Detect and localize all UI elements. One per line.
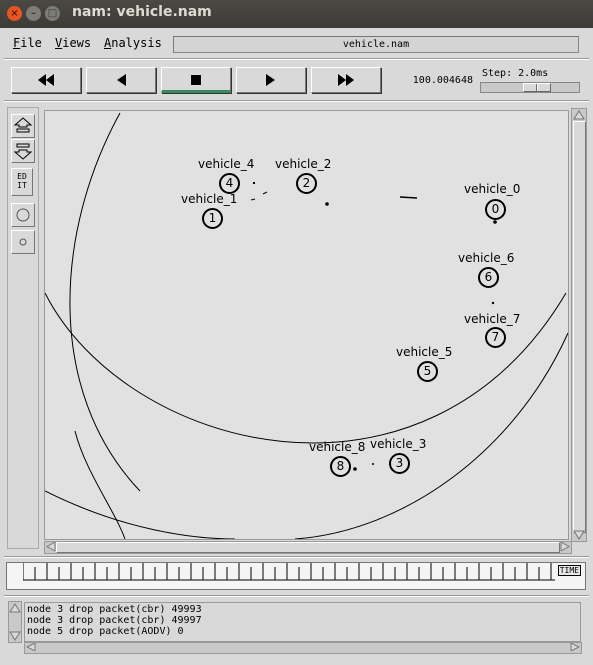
edit-button[interactable]: ED IT <box>11 168 33 196</box>
menu-analysis[interactable]: Analysis <box>104 36 162 50</box>
divider <box>4 100 589 102</box>
scroll-up-icon[interactable] <box>9 603 21 613</box>
scroll-down-icon[interactable] <box>573 530 585 540</box>
scroll-up-icon[interactable] <box>573 110 585 120</box>
rewind-button[interactable] <box>11 67 81 93</box>
play-button[interactable] <box>236 67 306 93</box>
circle-small-button[interactable] <box>11 230 35 254</box>
node-5[interactable]: 5 <box>417 361 438 382</box>
node-label-2: vehicle_2 <box>275 157 332 171</box>
minimize-window-button[interactable]: – <box>26 6 41 21</box>
step-control: Step: 2.0ms <box>478 66 582 96</box>
zoom-out-icon <box>13 143 33 160</box>
scroll-right-icon[interactable] <box>560 542 570 551</box>
maximize-window-button[interactable]: □ <box>45 6 60 21</box>
fast-rewind-icon <box>38 74 54 86</box>
timeline-ticks <box>23 563 555 581</box>
horizontal-scroll-thumb[interactable] <box>56 542 560 553</box>
circle-large-button[interactable] <box>11 203 35 227</box>
canvas-vertical-scrollbar[interactable] <box>571 108 587 542</box>
divider <box>4 58 589 60</box>
menu-file[interactable]: File <box>13 36 42 50</box>
log-line: node 3 drop packet(cbr) 49993 <box>27 604 202 615</box>
node-label-7: vehicle_7 <box>464 312 521 326</box>
node-label-4: vehicle_4 <box>198 157 255 171</box>
zoom-in-button[interactable] <box>11 114 35 138</box>
node-label-0: vehicle_0 <box>464 182 521 196</box>
node-2[interactable]: 2 <box>296 173 317 194</box>
zoom-in-icon <box>13 117 33 133</box>
step-slider-thumb[interactable] <box>523 83 551 92</box>
play-forward-icon <box>266 74 275 86</box>
circle-small-icon <box>19 238 27 246</box>
divider <box>4 556 589 558</box>
log-horizontal-scrollbar[interactable] <box>24 642 582 654</box>
fast-forward-icon <box>338 74 354 86</box>
node-6[interactable]: 6 <box>478 267 499 288</box>
timeline-slider[interactable]: TIME <box>6 562 586 590</box>
step-label: Step: 2.0ms <box>482 68 549 79</box>
close-window-button[interactable]: × <box>7 6 22 21</box>
timeline-label[interactable]: TIME <box>557 565 581 576</box>
title-bar: × – □ nam: vehicle.nam <box>0 0 593 28</box>
scroll-left-icon[interactable] <box>46 542 56 551</box>
node-label-3: vehicle_3 <box>370 437 427 451</box>
log-vertical-scrollbar[interactable] <box>8 601 22 643</box>
file-name-display: vehicle.nam <box>173 36 579 53</box>
stop-button[interactable] <box>161 67 231 93</box>
node-label-5: vehicle_5 <box>396 345 453 359</box>
edit-label: ED IT <box>17 172 27 190</box>
divider <box>4 595 589 597</box>
node-0[interactable]: 0 <box>485 199 506 220</box>
time-readout: 100.004648 <box>412 75 473 86</box>
node-label-1: vehicle_1 <box>181 192 238 206</box>
step-back-button[interactable] <box>86 67 156 93</box>
play-backward-icon <box>117 74 126 86</box>
node-3[interactable]: 3 <box>389 453 410 474</box>
node-label-6: vehicle_6 <box>458 251 515 265</box>
scroll-left-icon[interactable] <box>26 643 36 651</box>
node-label-8: vehicle_8 <box>309 440 366 454</box>
stop-icon <box>191 75 201 85</box>
animation-canvas[interactable]: vehicle_4 4 vehicle_2 2 vehicle_1 1 vehi… <box>44 110 569 540</box>
tool-column: ED IT <box>7 107 39 549</box>
node-1[interactable]: 1 <box>202 208 223 229</box>
scroll-down-icon[interactable] <box>9 631 21 641</box>
zoom-out-button[interactable] <box>11 139 35 163</box>
window-title: nam: vehicle.nam <box>72 4 212 20</box>
event-log: node 3 drop packet(cbr) 49993 node 3 dro… <box>24 602 581 642</box>
log-line: node 3 drop packet(cbr) 49997 <box>27 615 202 626</box>
step-slider[interactable] <box>480 82 580 93</box>
menu-views[interactable]: Views <box>55 36 91 50</box>
circle-large-icon <box>16 208 30 222</box>
vertical-scroll-thumb[interactable] <box>573 121 586 533</box>
log-line: node 5 drop packet(AODV) 0 <box>27 626 184 637</box>
scroll-right-icon[interactable] <box>570 643 580 651</box>
node-4[interactable]: 4 <box>219 173 240 194</box>
node-8[interactable]: 8 <box>330 456 351 477</box>
node-7[interactable]: 7 <box>485 327 506 348</box>
fast-forward-button[interactable] <box>311 67 381 93</box>
canvas-horizontal-scrollbar[interactable] <box>44 541 572 554</box>
